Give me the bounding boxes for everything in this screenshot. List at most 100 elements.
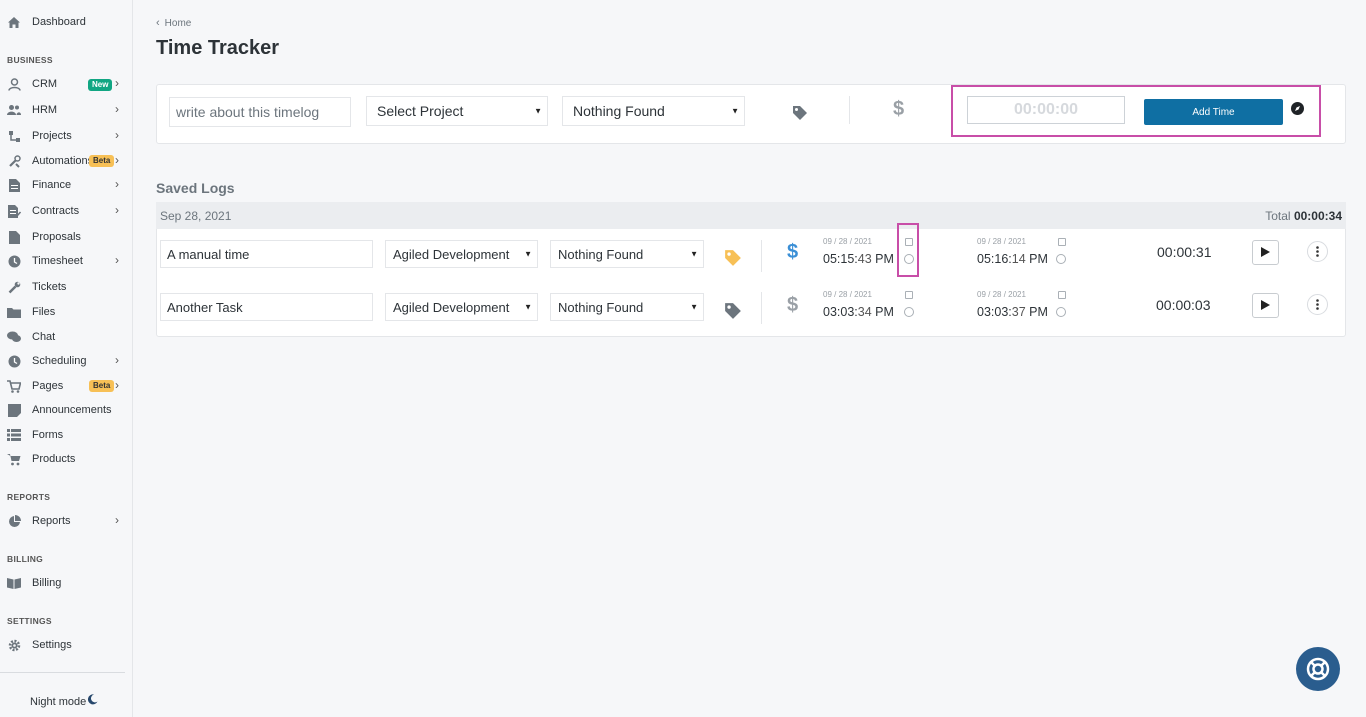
sidebar-item-contracts[interactable]: Contracts ›: [0, 200, 133, 222]
more-options-button[interactable]: [1307, 294, 1328, 315]
beta-badge: Beta: [89, 380, 115, 392]
log-task-select[interactable]: Nothing Found ▼: [550, 240, 704, 268]
chevron-down-icon: ▼: [690, 249, 698, 259]
log-project-select[interactable]: Agiled Development ▼: [385, 293, 538, 321]
sidebar-item-chat[interactable]: Chat: [0, 326, 133, 348]
start-icons-highlight: [897, 223, 919, 277]
start-time-ampm: PM: [875, 252, 894, 266]
sidebar-item-hrm[interactable]: HRM ›: [0, 99, 133, 121]
end-time[interactable]: 05:16:14 PM: [977, 252, 1048, 266]
chevron-right-icon: ›: [115, 102, 119, 116]
log-project-select[interactable]: Agiled Development ▼: [385, 240, 538, 268]
sidebar-item-timesheet[interactable]: Timesheet ›: [0, 250, 133, 272]
night-mode-toggle[interactable]: Night mode: [0, 672, 125, 717]
home-icon: [7, 15, 21, 29]
sidebar-item-proposals[interactable]: Proposals: [0, 226, 133, 248]
sidebar-item-settings[interactable]: Settings: [0, 634, 133, 656]
sidebar-item-scheduling[interactable]: Scheduling ›: [0, 350, 133, 372]
task-select[interactable]: Nothing Found ▼: [562, 96, 745, 126]
calendar-icon[interactable]: [1058, 291, 1066, 299]
calendar-icon[interactable]: [1058, 238, 1066, 246]
play-button[interactable]: [1252, 240, 1279, 265]
more-options-button[interactable]: [1307, 241, 1328, 262]
sidebar-item-label: Forms: [32, 429, 64, 441]
end-date[interactable]: 09 / 28 / 2021: [977, 237, 1026, 246]
play-button[interactable]: [1252, 293, 1279, 318]
end-time-ampm: PM: [1029, 252, 1048, 266]
beta-badge: Beta: [89, 155, 115, 167]
billable-dollar-icon[interactable]: $: [787, 294, 798, 317]
start-time[interactable]: 05:15:43 PM: [823, 252, 894, 266]
sidebar: Dashboard BUSINESS CRM New › HRM › Proje…: [0, 0, 133, 717]
sidebar-item-dashboard[interactable]: Dashboard: [0, 11, 133, 33]
sidebar-item-automations[interactable]: Automations Beta ›: [0, 150, 133, 172]
log-date-header: Sep 28, 2021 Total 00:00:34: [156, 202, 1346, 229]
log-title-input[interactable]: Another Task: [160, 293, 373, 321]
tag-icon[interactable]: [724, 302, 742, 325]
billable-dollar-icon[interactable]: $: [893, 98, 904, 121]
chevron-down-icon: ▼: [690, 302, 698, 312]
chevron-right-icon: ›: [115, 128, 119, 142]
sidebar-item-billing[interactable]: Billing: [0, 572, 133, 594]
start-date[interactable]: 09 / 28 / 2021: [823, 290, 872, 299]
new-badge: New: [88, 79, 113, 91]
compass-icon[interactable]: [1291, 102, 1304, 115]
sidebar-item-reports[interactable]: Reports ›: [0, 510, 133, 532]
sidebar-item-finance[interactable]: Finance ›: [0, 174, 133, 196]
section-billing: BILLING: [7, 554, 44, 564]
add-time-button[interactable]: Add Time: [1144, 99, 1283, 125]
sidebar-item-label: Contracts: [32, 205, 80, 217]
clock-icon[interactable]: [904, 307, 914, 317]
divider: [849, 96, 850, 124]
timer-input[interactable]: 00:00:00: [967, 96, 1125, 124]
billable-dollar-icon[interactable]: $: [787, 241, 798, 264]
clock-icon: [7, 354, 21, 368]
chevron-down-icon: ▼: [524, 249, 532, 259]
total-label: Total: [1265, 209, 1291, 223]
timelog-description-input[interactable]: write about this timelog: [169, 97, 351, 127]
pie-chart-icon: [7, 514, 21, 528]
sidebar-item-announcements[interactable]: Announcements: [0, 399, 133, 421]
breadcrumb[interactable]: ‹ Home: [156, 17, 191, 29]
end-date[interactable]: 09 / 28 / 2021: [977, 290, 1026, 299]
chevron-right-icon: ›: [115, 153, 119, 167]
calendar-icon[interactable]: [905, 291, 913, 299]
sidebar-item-projects[interactable]: Projects ›: [0, 125, 133, 147]
log-task-select[interactable]: Nothing Found ▼: [550, 293, 704, 321]
log-title-input[interactable]: A manual time: [160, 240, 373, 268]
start-time-ampm: PM: [875, 305, 894, 319]
project-select[interactable]: Select Project ▼: [366, 96, 548, 126]
sidebar-item-tickets[interactable]: Tickets: [0, 276, 133, 298]
lifebuoy-icon: [1306, 657, 1330, 681]
tools-icon: [7, 154, 21, 168]
sidebar-item-label: Finance: [32, 179, 72, 191]
clock-icon[interactable]: [1056, 307, 1066, 317]
invoice-icon: [7, 178, 21, 192]
start-time[interactable]: 03:03:34 PM: [823, 305, 894, 319]
note-icon: [7, 403, 21, 417]
page-title: Time Tracker: [156, 37, 280, 59]
sidebar-item-label: HRM: [32, 104, 58, 116]
sidebar-item-label: Timesheet: [32, 255, 83, 267]
help-lifebuoy-button[interactable]: [1296, 647, 1340, 691]
breadcrumb-home[interactable]: Home: [165, 18, 192, 29]
clock-icon[interactable]: [1056, 254, 1066, 264]
end-time-ampm: PM: [1029, 305, 1048, 319]
sidebar-item-crm[interactable]: CRM New ›: [0, 73, 133, 95]
sidebar-item-pages[interactable]: Pages Beta ›: [0, 375, 133, 397]
chevron-right-icon: ›: [115, 76, 119, 90]
sidebar-item-label: Announcements: [32, 404, 112, 416]
sidebar-item-label: CRM: [32, 78, 58, 90]
sidebar-item-products[interactable]: Products: [0, 448, 133, 470]
more-vertical-icon: [1316, 246, 1319, 257]
divider: [761, 292, 762, 324]
sidebar-item-files[interactable]: Files: [0, 301, 133, 323]
end-time[interactable]: 03:03:37 PM: [977, 305, 1048, 319]
tag-icon[interactable]: [792, 105, 808, 126]
section-settings: SETTINGS: [7, 616, 52, 626]
sidebar-item-forms[interactable]: Forms: [0, 424, 133, 446]
cart-pages-icon: [7, 379, 21, 393]
start-date[interactable]: 09 / 28 / 2021: [823, 237, 872, 246]
tag-icon[interactable]: [724, 249, 742, 272]
chevron-down-icon: ▼: [524, 302, 532, 312]
